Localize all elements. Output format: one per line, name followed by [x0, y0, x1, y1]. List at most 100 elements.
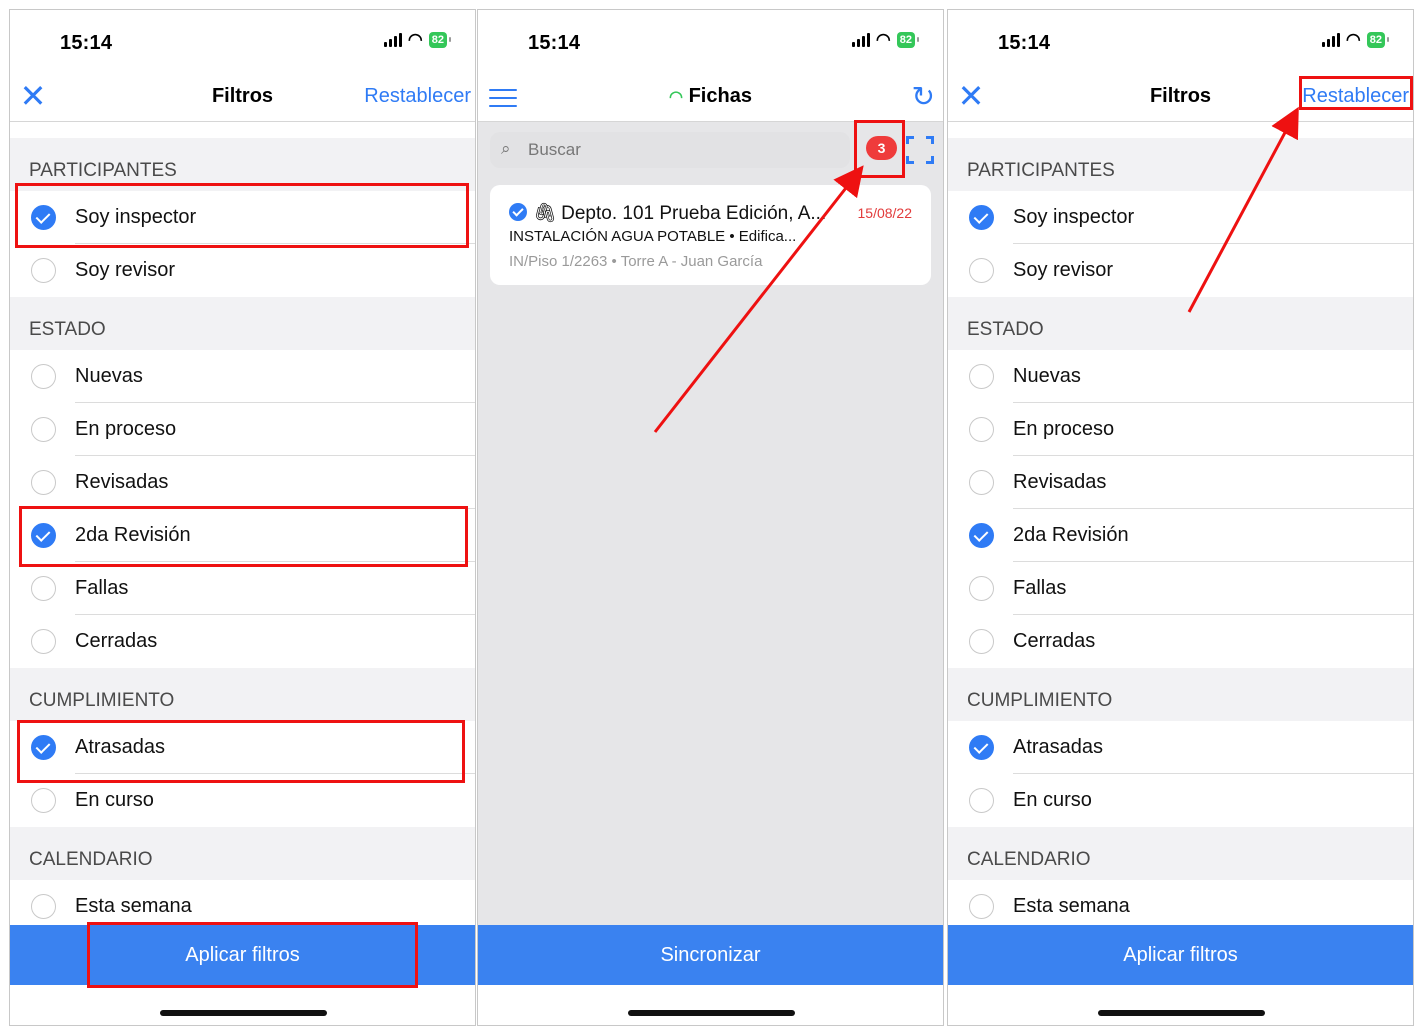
status-time: 15:14 [528, 32, 581, 54]
filters-screen-left: 15:14 ◠ 82 ✕ Filtros Restablecer PARTICI… [9, 9, 476, 1026]
status-bar: 15:14 ◠ 82 [478, 10, 943, 74]
radio-icon [31, 364, 56, 389]
option-reviewer[interactable]: Soy revisor [948, 244, 1413, 297]
option-in-process[interactable]: En proceso [948, 403, 1413, 456]
battery-icon: 82 [1366, 32, 1390, 48]
option-label: Nuevas [1013, 365, 1081, 387]
option-second-review[interactable]: 2da Revisión [948, 509, 1413, 562]
status-bar: 15:14 ◠ 82 [948, 10, 1413, 74]
ficha-card[interactable]: 🖇 Depto. 101 Prueba Edición, A... 15/08/2… [490, 185, 931, 285]
card-subtitle: INSTALACIÓN AGUA POTABLE • Edifica... [509, 228, 797, 245]
option-closed[interactable]: Cerradas [10, 615, 475, 668]
option-label: Esta semana [1013, 895, 1130, 917]
option-ongoing[interactable]: En curso [948, 774, 1413, 827]
apply-filters-button[interactable]: Aplicar filtros [948, 925, 1413, 985]
section-calendar: CALENDARIO [10, 827, 475, 880]
option-label: Soy revisor [1013, 259, 1114, 281]
section-compliance: CUMPLIMIENTO [10, 668, 475, 721]
radio-icon [969, 258, 994, 283]
home-indicator [1098, 1010, 1265, 1016]
card-date: 15/08/22 [857, 205, 913, 221]
option-inspector[interactable]: Soy inspector [948, 191, 1413, 244]
option-label: Revisadas [1013, 471, 1107, 493]
tutorial-composite: 15:14 ◠ 82 ✕ Filtros Restablecer PARTICI… [0, 0, 1424, 1034]
wifi-icon: ◠ [669, 89, 684, 106]
radio-icon [31, 258, 56, 283]
option-in-process[interactable]: En proceso [10, 403, 475, 456]
filter-list: PARTICIPANTES Soy inspector Soy revisor … [10, 122, 475, 933]
radio-icon [31, 470, 56, 495]
radio-icon [31, 629, 56, 654]
filter-count-badge[interactable]: 3 [866, 136, 897, 160]
sync-icon[interactable]: ↻ [912, 80, 935, 114]
check-icon [31, 523, 56, 548]
radio-icon [969, 629, 994, 654]
search-placeholder: Buscar [528, 140, 581, 159]
nav-bar: ✕ Filtros Restablecer [948, 74, 1413, 122]
radio-icon [969, 417, 994, 442]
radio-icon [31, 576, 56, 601]
signal-icon [383, 33, 402, 47]
option-label: Nuevas [75, 365, 143, 387]
reset-button[interactable]: Restablecer [364, 85, 471, 108]
nav-bar: ◠ Fichas ↻ [478, 74, 943, 122]
section-state: ESTADO [10, 297, 475, 350]
section-state: ESTADO [948, 297, 1413, 350]
check-icon [31, 205, 56, 230]
page-title: Fichas [688, 85, 752, 107]
option-new[interactable]: Nuevas [10, 350, 475, 403]
status-time: 15:14 [998, 32, 1051, 54]
option-inspector[interactable]: Soy inspector [10, 191, 475, 244]
card-title: Depto. 101 Prueba Edición, A... [561, 203, 827, 224]
reset-button[interactable]: Restablecer [1302, 85, 1409, 108]
option-label: En proceso [75, 418, 177, 440]
section-participants: PARTICIPANTES [948, 138, 1413, 191]
option-label: Esta semana [75, 895, 192, 917]
radio-icon [969, 894, 994, 919]
radio-icon [31, 894, 56, 919]
option-reviewed[interactable]: Revisadas [10, 456, 475, 509]
home-indicator [160, 1010, 327, 1016]
option-label: 2da Revisión [75, 524, 191, 546]
option-closed[interactable]: Cerradas [948, 615, 1413, 668]
status-time: 15:14 [60, 32, 113, 54]
option-label: Atrasadas [75, 736, 166, 758]
radio-icon [969, 576, 994, 601]
section-calendar: CALENDARIO [948, 827, 1413, 880]
option-overdue[interactable]: Atrasadas [948, 721, 1413, 774]
option-label: En proceso [1013, 418, 1115, 440]
check-icon [969, 523, 994, 548]
filters-screen-right: 15:14 ◠ 82 ✕ Filtros Restablecer PARTICI… [947, 9, 1414, 1026]
option-label: Soy revisor [75, 259, 176, 281]
scan-icon[interactable] [906, 136, 934, 164]
list-screen: 15:14 ◠ 82 ◠ Fichas ↻ ⌕ Buscar 3 🖇 Depto… [477, 9, 944, 1026]
radio-icon [31, 417, 56, 442]
option-label: Fallas [1013, 577, 1067, 599]
option-reviewed[interactable]: Revisadas [948, 456, 1413, 509]
option-failures[interactable]: Fallas [948, 562, 1413, 615]
paperclip-icon: 🖇 [533, 203, 558, 224]
wifi-status-icon: ◠ [1345, 30, 1361, 49]
sync-button[interactable]: Sincronizar [478, 925, 943, 985]
option-label: En curso [75, 789, 154, 811]
option-new[interactable]: Nuevas [948, 350, 1413, 403]
status-bar: 15:14 ◠ 82 [10, 10, 475, 74]
check-icon [969, 205, 994, 230]
option-label: Cerradas [75, 630, 158, 652]
option-failures[interactable]: Fallas [10, 562, 475, 615]
search-input[interactable]: ⌕ Buscar [490, 132, 850, 168]
section-participants: PARTICIPANTES [10, 138, 475, 191]
search-icon: ⌕ [501, 139, 511, 158]
battery-icon: 82 [428, 32, 452, 48]
option-reviewer[interactable]: Soy revisor [10, 244, 475, 297]
option-second-review[interactable]: 2da Revisión [10, 509, 475, 562]
option-label: Fallas [75, 577, 129, 599]
radio-icon [969, 364, 994, 389]
option-label: En curso [1013, 789, 1092, 811]
wifi-status-icon: ◠ [407, 30, 423, 49]
option-overdue[interactable]: Atrasadas [10, 721, 475, 774]
apply-filters-button[interactable]: Aplicar filtros [10, 925, 475, 985]
option-label: Atrasadas [1013, 736, 1104, 758]
home-indicator [628, 1010, 795, 1016]
option-ongoing[interactable]: En curso [10, 774, 475, 827]
